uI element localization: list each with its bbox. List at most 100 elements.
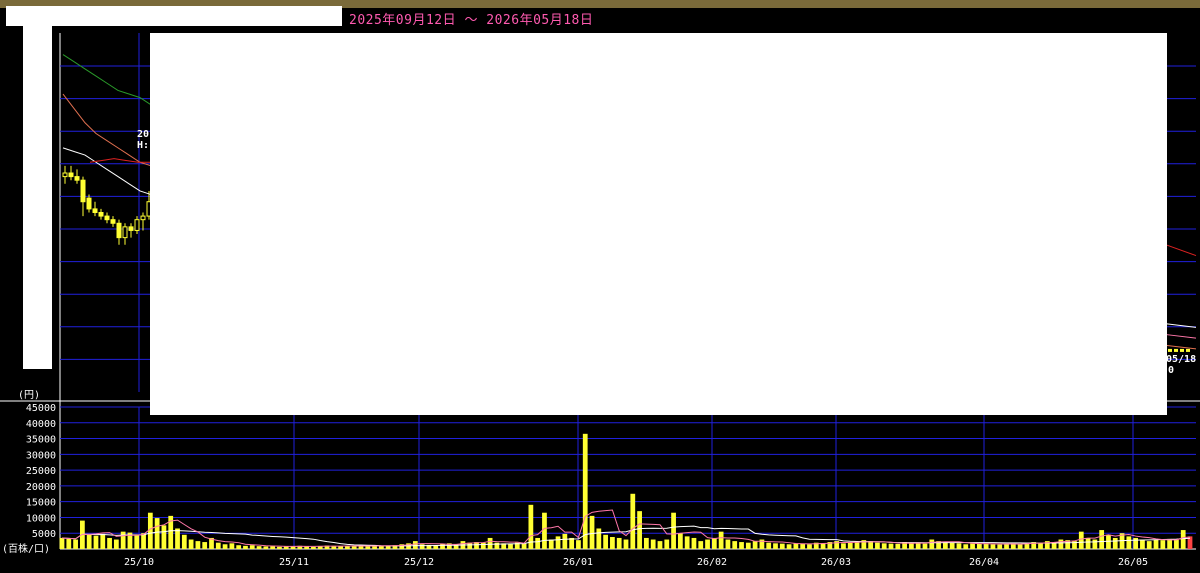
volume-bar	[548, 539, 554, 549]
volume-bar	[1153, 539, 1159, 549]
volume-bar	[922, 543, 928, 549]
volume-bar	[1085, 537, 1091, 549]
title-box	[6, 6, 342, 26]
volume-bar	[1051, 542, 1057, 549]
candle-body	[92, 208, 98, 214]
volume-bar	[555, 536, 561, 549]
volume-bar	[752, 541, 758, 549]
axis-labels: 45000 40000 35000 30000 25000 20000 15000 10000…	[2, 390, 1148, 568]
volume-bar	[1106, 534, 1111, 549]
x-tick-label: 26/05	[1118, 557, 1148, 568]
volume-bar	[718, 531, 724, 549]
volume-bar	[664, 539, 670, 549]
candle-body-right	[1186, 348, 1190, 352]
volume-bar	[487, 537, 493, 549]
volume-bar	[671, 512, 676, 549]
volume-bar	[562, 533, 568, 549]
price-unit-label: (円)	[18, 390, 40, 401]
volume-bar	[161, 525, 167, 549]
volume-tick-label: 35000	[26, 435, 56, 446]
volume-bar	[304, 546, 310, 549]
volume-bar	[725, 539, 731, 549]
volume-bar	[351, 546, 357, 549]
volume-bar	[854, 542, 860, 549]
volume-tick-label: 10000	[26, 513, 56, 524]
volume-unit-label: (百株/口)	[2, 542, 50, 555]
volume-bar	[195, 541, 201, 549]
volume-tick-label: 40000	[26, 419, 56, 430]
volume-bar	[66, 538, 72, 549]
volume-bar	[888, 543, 894, 549]
blank-overlay	[150, 33, 1167, 415]
volume-bar	[698, 541, 704, 549]
ma-white-line	[62, 147, 152, 196]
volume-bar	[623, 539, 629, 549]
volume-bar	[976, 543, 982, 549]
volume-tick-label: 15000	[26, 498, 56, 509]
volume-bar	[93, 535, 99, 549]
volume-bar	[229, 543, 235, 549]
volume-bar	[542, 512, 547, 549]
ma-red-right	[1165, 244, 1197, 257]
volume-bar	[256, 546, 262, 549]
ma-pink-right	[1165, 334, 1197, 339]
volume-tick-label: 20000	[26, 482, 56, 493]
volume-bar	[610, 537, 615, 549]
volume-bar	[820, 543, 826, 549]
x-tick-label: 25/12	[404, 557, 434, 568]
candle-body-right	[1180, 348, 1184, 352]
candle-body	[140, 215, 146, 221]
volume-bar	[1092, 539, 1098, 549]
volume-bar	[807, 544, 812, 549]
volume-bar	[589, 515, 595, 549]
volume-bar	[521, 543, 527, 549]
volume-bar	[793, 543, 799, 549]
volume-bar	[249, 545, 255, 549]
candle-body	[104, 215, 110, 221]
volume-bar	[691, 537, 697, 549]
volume-bar	[616, 537, 622, 549]
volume-bar	[745, 542, 751, 549]
volume-bar	[412, 541, 418, 549]
volume-bar	[779, 543, 785, 549]
ma-green-line	[62, 54, 152, 106]
date-range-label: 2025年09月12日 ～ 2026年05月18日	[349, 13, 594, 28]
volume-panel	[59, 433, 1193, 549]
candle-body-right	[1168, 348, 1172, 352]
volume-tick-label: 25000	[26, 466, 56, 477]
candle-body	[80, 179, 86, 203]
volume-bar	[113, 539, 119, 549]
volume-bar	[881, 543, 887, 549]
volume-bar	[800, 543, 806, 549]
volume-tick-label: 30000	[26, 450, 56, 461]
x-tick-label: 26/02	[697, 557, 727, 568]
volume-bar	[637, 511, 642, 549]
candle-body-right	[1174, 348, 1178, 352]
last-date-label: 05/18	[1166, 354, 1196, 365]
ma-red-line	[89, 158, 150, 163]
volume-bar	[596, 528, 602, 549]
volume-bar	[684, 536, 690, 549]
last-value-label: 0	[1168, 365, 1174, 376]
candle-body	[110, 219, 116, 224]
volume-bar	[956, 543, 962, 549]
volume-bar	[345, 546, 350, 549]
volume-bar	[970, 543, 975, 549]
x-tick-label: 25/11	[279, 557, 309, 568]
annotation-1: 20	[137, 129, 149, 140]
volume-bar	[1167, 538, 1172, 549]
candle-body	[98, 212, 104, 217]
volume-bar	[154, 518, 160, 549]
volume-bar	[644, 537, 649, 549]
volume-bar	[1126, 536, 1132, 549]
volume-bar	[1160, 540, 1166, 549]
volume-bar	[650, 539, 656, 549]
candle-body	[86, 197, 92, 210]
volume-bar	[1078, 531, 1084, 549]
volume-bar	[582, 433, 588, 549]
volume-tick-label: 5000	[32, 529, 56, 540]
volume-bar	[1140, 539, 1145, 549]
volume-bar	[1174, 539, 1179, 549]
volume-bar	[657, 541, 663, 549]
volume-bar	[480, 542, 486, 549]
